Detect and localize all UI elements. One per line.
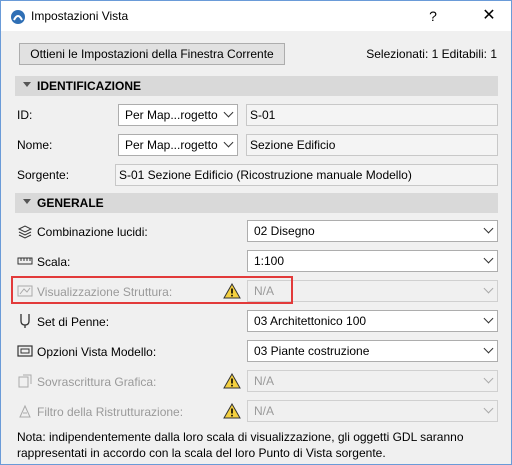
opzioni-dropdown[interactable]: 03 Piante costruzione xyxy=(247,340,498,362)
nome-value: Sezione Edificio xyxy=(250,138,336,152)
penne-dropdown[interactable]: 03 Architettonico 100 xyxy=(247,310,498,332)
get-current-window-settings-button[interactable]: Ottieni le Impostazioni della Finestra C… xyxy=(19,43,285,65)
renovation-filter-icon xyxy=(19,404,31,418)
window-title: Impostazioni Vista xyxy=(31,9,129,23)
graphic-override-icon xyxy=(18,374,32,388)
filtro-label: Filtro della Ristrutturazione: xyxy=(37,405,184,419)
chevron-down-icon xyxy=(483,253,494,264)
penne-label: Set di Penne: xyxy=(37,315,110,329)
pen-set-icon xyxy=(20,314,30,328)
sorgente-value: S-01 Sezione Edificio (Ricostruzione man… xyxy=(119,168,412,182)
section-identificazione[interactable]: IDENTIFICAZIONE xyxy=(15,76,498,96)
help-button[interactable]: ? xyxy=(423,6,443,26)
close-button[interactable]: ✕ xyxy=(477,5,501,27)
chevron-down-icon xyxy=(223,107,234,118)
scala-label: Scala: xyxy=(37,255,71,269)
chevron-down-icon xyxy=(483,223,494,234)
selection-info: Selezionati: 1 Editabili: 1 xyxy=(366,47,497,61)
scala-value: 1:100 xyxy=(254,254,285,268)
nome-label: Nome: xyxy=(17,138,53,152)
footnote: Nota: indipendentemente dalla loro scala… xyxy=(17,430,464,460)
id-field[interactable]: S-01 xyxy=(246,104,498,126)
collapse-arrow-icon xyxy=(23,199,31,204)
id-mode-value: Per Map...rogetto xyxy=(125,108,218,122)
nome-field[interactable]: Sezione Edificio xyxy=(246,134,498,156)
scale-ruler-icon xyxy=(17,257,33,265)
model-view-options-icon xyxy=(17,345,33,357)
warning-icon xyxy=(223,373,241,389)
section-title: IDENTIFICAZIONE xyxy=(37,79,141,93)
warning-icon xyxy=(223,403,241,419)
id-mode-dropdown[interactable]: Per Map...rogetto xyxy=(118,104,238,126)
collapse-arrow-icon xyxy=(23,82,31,87)
sovrascrittura-value: N/A xyxy=(254,374,275,388)
sovrascrittura-label: Sovrascrittura Grafica: xyxy=(37,375,157,389)
section-title: GENERALE xyxy=(37,196,104,210)
combinazione-label: Combinazione lucidi: xyxy=(37,225,148,239)
id-label: ID: xyxy=(17,108,33,122)
layer-combination-icon xyxy=(17,225,33,239)
sorgente-label: Sorgente: xyxy=(17,168,70,182)
opzioni-label: Opzioni Vista Modello: xyxy=(37,345,157,359)
filtro-value: N/A xyxy=(254,404,275,418)
chevron-down-icon xyxy=(483,343,494,354)
sovrascrittura-dropdown: N/A xyxy=(247,370,498,392)
chevron-down-icon xyxy=(223,137,234,148)
penne-value: 03 Architettonico 100 xyxy=(254,314,367,328)
highlight-box xyxy=(11,276,293,304)
section-generale[interactable]: GENERALE xyxy=(15,193,498,213)
sorgente-field: S-01 Sezione Edificio (Ricostruzione man… xyxy=(115,164,498,186)
title-bar: Impostazioni Vista ? ✕ xyxy=(1,1,511,31)
chevron-down-icon xyxy=(483,313,494,324)
combinazione-dropdown[interactable]: 02 Disegno xyxy=(247,220,498,242)
chevron-down-icon xyxy=(483,403,494,414)
id-value: S-01 xyxy=(250,108,276,122)
scala-dropdown[interactable]: 1:100 xyxy=(247,250,498,272)
dialog-window: Impostazioni Vista ? ✕ Ottieni le Impost… xyxy=(0,0,512,465)
archicad-app-icon xyxy=(11,10,25,24)
chevron-down-icon xyxy=(483,283,494,294)
opzioni-value: 03 Piante costruzione xyxy=(254,344,370,358)
chevron-down-icon xyxy=(483,373,494,384)
combinazione-value: 02 Disegno xyxy=(254,224,315,238)
filtro-dropdown: N/A xyxy=(247,400,498,422)
nome-mode-value: Per Map...rogetto xyxy=(125,138,218,152)
nome-mode-dropdown[interactable]: Per Map...rogetto xyxy=(118,134,238,156)
